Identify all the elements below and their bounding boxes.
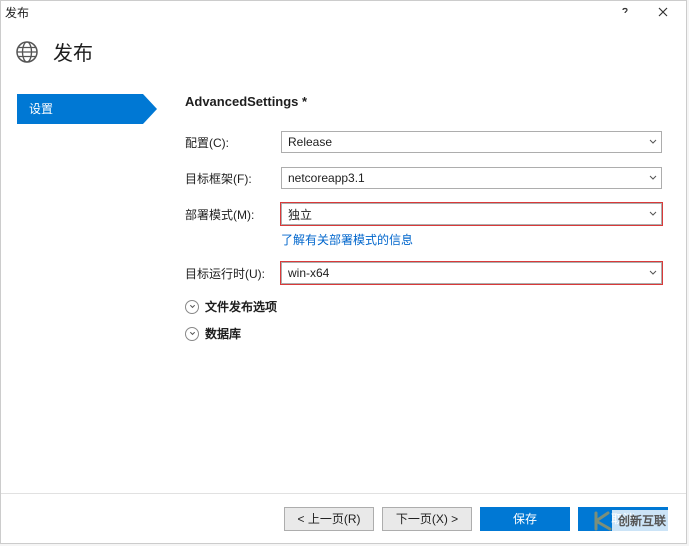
- row-framework: 目标框架(F): netcoreapp3.1: [185, 167, 662, 189]
- config-value: Release: [288, 135, 332, 149]
- runtime-value: win-x64: [288, 266, 329, 280]
- cancel-button[interactable]: 取消: [578, 507, 668, 531]
- header-title: 发布: [53, 37, 93, 66]
- help-icon: [619, 6, 631, 18]
- titlebar: 发布: [1, 1, 686, 23]
- row-config: 配置(C): Release: [185, 131, 662, 153]
- config-combo[interactable]: Release: [281, 131, 662, 153]
- framework-label: 目标框架(F):: [185, 170, 281, 187]
- chevron-down-icon: [649, 138, 657, 146]
- header: 发布: [1, 23, 686, 74]
- deploy-label: 部署模式(M):: [185, 206, 281, 223]
- tab-label: 设置: [29, 102, 53, 116]
- body: 设置 AdvancedSettings * 配置(C): Release 目标框…: [1, 74, 686, 493]
- deploy-info-link[interactable]: 了解有关部署模式的信息: [281, 233, 413, 247]
- chevron-down-icon: [649, 174, 657, 182]
- main-panel: AdvancedSettings * 配置(C): Release 目标框架(F…: [151, 94, 686, 493]
- row-runtime: 目标运行时(U): win-x64: [185, 262, 662, 284]
- config-label: 配置(C):: [185, 134, 281, 151]
- globe-icon: [15, 40, 39, 64]
- help-button[interactable]: [606, 1, 644, 23]
- expander-filepub-label: 文件发布选项: [205, 298, 277, 315]
- save-button[interactable]: 保存: [480, 507, 570, 531]
- publish-dialog: 发布 发布 设置 AdvancedSettings * 配置(C): Rel: [0, 0, 687, 544]
- runtime-label: 目标运行时(U):: [185, 265, 281, 282]
- sidebar: 设置: [1, 94, 151, 493]
- close-icon: [657, 6, 669, 18]
- expander-db-label: 数据库: [205, 325, 241, 342]
- framework-value: netcoreapp3.1: [288, 171, 365, 185]
- tab-settings[interactable]: 设置: [17, 94, 143, 124]
- window-title: 发布: [5, 4, 606, 21]
- expander-database[interactable]: 数据库: [185, 325, 662, 342]
- deploy-link-line: 了解有关部署模式的信息: [281, 231, 662, 248]
- framework-combo[interactable]: netcoreapp3.1: [281, 167, 662, 189]
- close-button[interactable]: [644, 1, 682, 23]
- chevron-down-icon: [649, 269, 657, 277]
- prev-button[interactable]: < 上一页(R): [284, 507, 374, 531]
- section-title: AdvancedSettings *: [185, 94, 662, 109]
- next-button[interactable]: 下一页(X) >: [382, 507, 472, 531]
- expander-file-publish[interactable]: 文件发布选项: [185, 298, 662, 315]
- runtime-combo[interactable]: win-x64: [281, 262, 662, 284]
- chevron-down-icon: [649, 210, 657, 218]
- footer: < 上一页(R) 下一页(X) > 保存 取消 创新互联: [1, 493, 686, 543]
- deploy-value: 独立: [288, 206, 312, 223]
- row-deploy: 部署模式(M): 独立: [185, 203, 662, 225]
- deploy-combo[interactable]: 独立: [281, 203, 662, 225]
- chevron-down-icon: [185, 327, 199, 341]
- chevron-down-icon: [185, 300, 199, 314]
